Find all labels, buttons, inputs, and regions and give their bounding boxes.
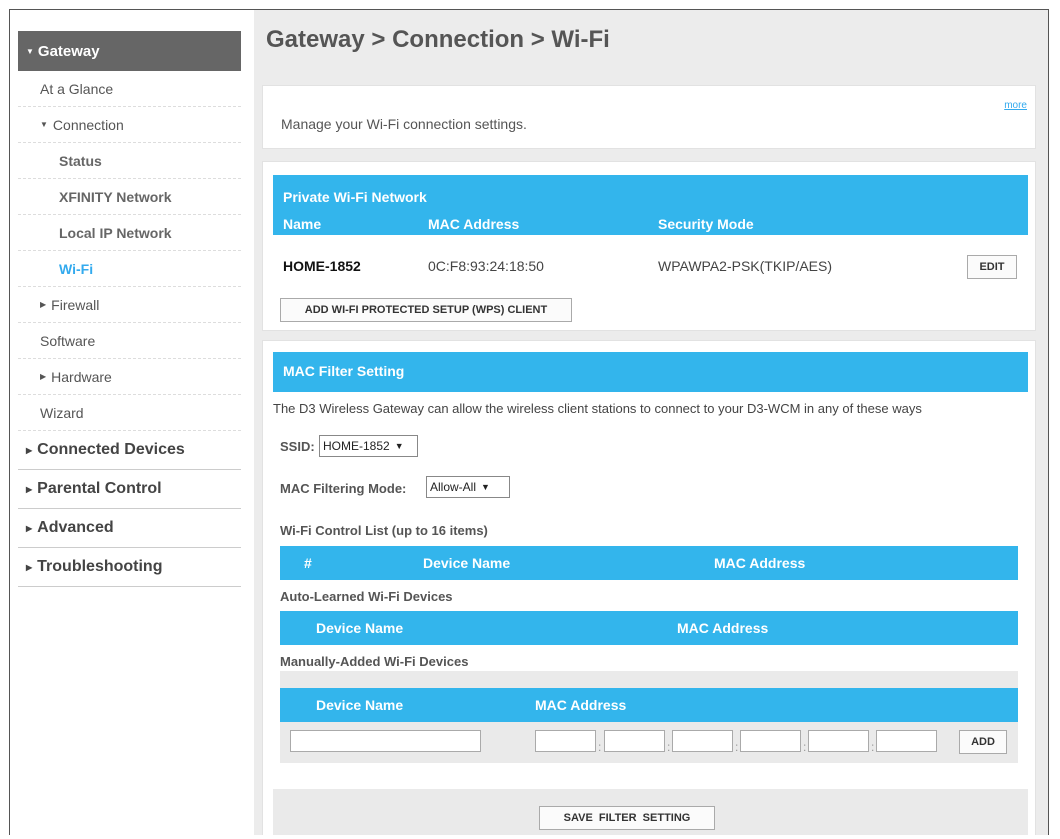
column-header-mac: MAC Address bbox=[677, 620, 769, 636]
column-header-device-name: Device Name bbox=[316, 697, 404, 713]
sidebar-item-label: Advanced bbox=[37, 519, 114, 536]
column-header-device-name: Device Name bbox=[316, 620, 404, 636]
sidebar-item-xfinity-network[interactable]: XFINITY Network bbox=[18, 179, 241, 215]
sidebar-item-wifi[interactable]: Wi-Fi bbox=[18, 251, 241, 287]
separator-colon: : bbox=[871, 740, 875, 754]
sidebar-item-label: Parental Control bbox=[37, 480, 162, 497]
device-name-input[interactable] bbox=[290, 730, 481, 752]
network-name: HOME-1852 bbox=[283, 258, 361, 274]
column-header-mac: MAC Address bbox=[714, 555, 806, 571]
sidebar-item-label: At a Glance bbox=[40, 80, 114, 97]
mac-octet-2-input[interactable] bbox=[604, 730, 665, 752]
sidebar-item-troubleshooting[interactable]: ▶ Troubleshooting bbox=[18, 548, 241, 587]
sidebar-item-label: Status bbox=[59, 152, 102, 169]
sidebar-item-label: Wi-Fi bbox=[59, 260, 94, 277]
column-header-security: Security Mode bbox=[658, 216, 754, 232]
sidebar-item-label: Wizard bbox=[40, 404, 84, 421]
column-header-number: # bbox=[304, 555, 312, 571]
sidebar-item-status[interactable]: Status bbox=[18, 143, 241, 179]
chevron-right-icon: ▶ bbox=[26, 484, 33, 494]
app-frame: ▼ Gateway At a Glance ▼ Connection Statu… bbox=[9, 9, 1049, 835]
auto-learned-title: Auto-Learned Wi-Fi Devices bbox=[280, 589, 453, 604]
chevron-right-icon: ▶ bbox=[40, 300, 47, 309]
sidebar-item-label: Firewall bbox=[51, 296, 100, 313]
sidebar-item-label: XFINITY Network bbox=[59, 188, 172, 205]
mac-octet-5-input[interactable] bbox=[808, 730, 869, 752]
control-list-header: # Device Name MAC Address bbox=[280, 546, 1018, 580]
column-header-mac: MAC Address bbox=[428, 216, 520, 232]
sidebar-item-gateway[interactable]: ▼ Gateway bbox=[18, 31, 241, 71]
sidebar-item-label: Software bbox=[40, 332, 96, 349]
intro-text: Manage your Wi-Fi connection settings. bbox=[281, 116, 527, 132]
mac-filter-panel: MAC Filter Setting The D3 Wireless Gatew… bbox=[262, 340, 1036, 835]
sidebar-item-label: Local IP Network bbox=[59, 224, 172, 241]
control-list-title: Wi-Fi Control List (up to 16 items) bbox=[280, 523, 488, 538]
network-security: WPAWPA2-PSK(TKIP/AES) bbox=[658, 258, 832, 274]
separator-colon: : bbox=[598, 740, 602, 754]
section-title: MAC Filter Setting bbox=[283, 363, 405, 379]
chevron-down-icon: ▼ bbox=[394, 441, 404, 451]
private-wifi-header: Private Wi-Fi Network Name MAC Address S… bbox=[273, 175, 1028, 235]
sidebar: ▼ Gateway At a Glance ▼ Connection Statu… bbox=[18, 31, 241, 587]
save-filter-setting-button[interactable]: SAVE FILTER SETTING bbox=[539, 806, 715, 830]
chevron-right-icon: ▶ bbox=[26, 523, 33, 533]
column-header-name: Name bbox=[283, 216, 322, 232]
separator-colon: : bbox=[667, 740, 671, 754]
ssid-label: SSID: bbox=[280, 439, 315, 454]
sidebar-item-connected-devices[interactable]: ▶ Connected Devices bbox=[18, 431, 241, 470]
page-title: Gateway > Connection > Wi-Fi bbox=[266, 26, 610, 53]
private-wifi-panel: Private Wi-Fi Network Name MAC Address S… bbox=[262, 161, 1036, 331]
section-title: Private Wi-Fi Network bbox=[283, 189, 427, 205]
sidebar-item-wizard[interactable]: Wizard bbox=[18, 395, 241, 431]
sidebar-item-advanced[interactable]: ▶ Advanced bbox=[18, 509, 241, 548]
chevron-down-icon: ▼ bbox=[40, 120, 48, 129]
auto-learned-header: Device Name MAC Address bbox=[280, 611, 1018, 645]
sidebar-item-firewall[interactable]: ▶ Firewall bbox=[18, 287, 241, 323]
sidebar-item-label: Connection bbox=[52, 116, 124, 133]
sidebar-item-label: Gateway bbox=[37, 42, 100, 60]
intro-panel: Manage your Wi-Fi connection settings. m… bbox=[262, 85, 1036, 149]
sidebar-item-parental-control[interactable]: ▶ Parental Control bbox=[18, 470, 241, 509]
sidebar-item-connection[interactable]: ▼ Connection bbox=[18, 107, 241, 143]
mode-select-value: Allow-All bbox=[430, 480, 477, 494]
ssid-select-value: HOME-1852 bbox=[323, 439, 390, 453]
mac-octet-1-input[interactable] bbox=[535, 730, 596, 752]
sidebar-item-at-a-glance[interactable]: At a Glance bbox=[18, 71, 241, 107]
chevron-right-icon: ▶ bbox=[26, 562, 33, 572]
sidebar-item-label: Connected Devices bbox=[37, 441, 185, 458]
sidebar-item-label: Troubleshooting bbox=[37, 558, 163, 575]
sidebar-item-local-ip-network[interactable]: Local IP Network bbox=[18, 215, 241, 251]
edit-button[interactable]: EDIT bbox=[967, 255, 1017, 279]
mac-octet-3-input[interactable] bbox=[672, 730, 733, 752]
chevron-right-icon: ▶ bbox=[40, 372, 47, 381]
sidebar-item-software[interactable]: Software bbox=[18, 323, 241, 359]
manually-added-title: Manually-Added Wi-Fi Devices bbox=[280, 654, 469, 669]
column-header-device-name: Device Name bbox=[423, 555, 511, 571]
column-header-mac: MAC Address bbox=[535, 697, 627, 713]
chevron-down-icon: ▼ bbox=[481, 482, 490, 492]
sidebar-item-label: Hardware bbox=[51, 368, 112, 385]
sidebar-item-hardware[interactable]: ▶ Hardware bbox=[18, 359, 241, 395]
mac-filtering-mode-select[interactable]: Allow-All ▼ bbox=[426, 476, 510, 498]
chevron-right-icon: ▶ bbox=[26, 445, 33, 455]
manual-devices-header: Device Name MAC Address bbox=[280, 688, 1018, 722]
chevron-down-icon: ▼ bbox=[26, 46, 34, 56]
mac-octet-6-input[interactable] bbox=[876, 730, 937, 752]
add-device-button[interactable]: ADD bbox=[959, 730, 1007, 754]
network-mac: 0C:F8:93:24:18:50 bbox=[428, 258, 544, 274]
separator-colon: : bbox=[803, 740, 807, 754]
mac-octet-4-input[interactable] bbox=[740, 730, 801, 752]
mac-filtering-mode-label: MAC Filtering Mode: bbox=[280, 481, 407, 496]
more-link[interactable]: more bbox=[1004, 100, 1027, 111]
ssid-select[interactable]: HOME-1852 ▼ bbox=[319, 435, 418, 457]
separator-colon: : bbox=[735, 740, 739, 754]
add-wps-client-button[interactable]: ADD WI-FI PROTECTED SETUP (WPS) CLIENT bbox=[280, 298, 572, 322]
mac-filter-header: MAC Filter Setting bbox=[273, 352, 1028, 392]
mac-filter-description: The D3 Wireless Gateway can allow the wi… bbox=[273, 401, 922, 416]
